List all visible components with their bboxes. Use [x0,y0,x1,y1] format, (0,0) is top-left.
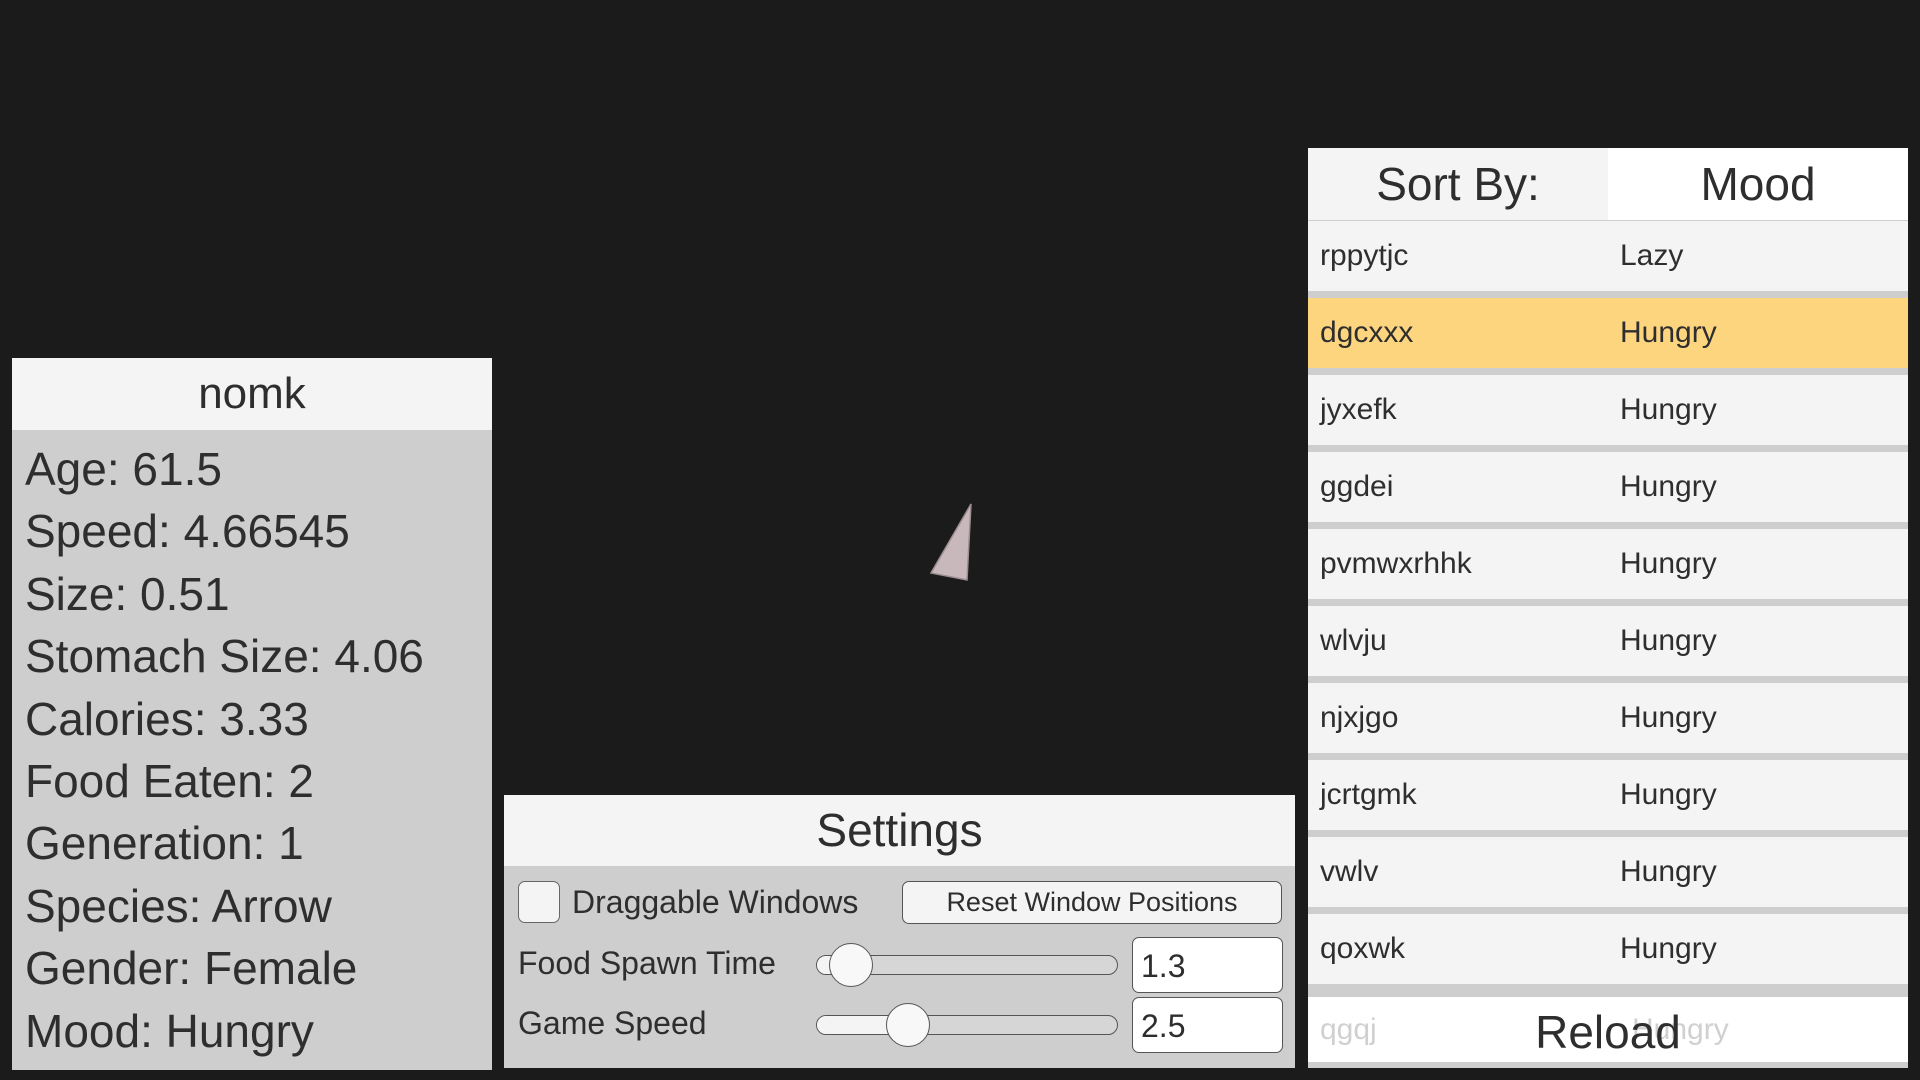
creature-name: vwlv [1320,855,1379,888]
creature-name: pvmwxrhhk [1320,547,1472,580]
stat-line: Stomach Size: 4.06 [25,630,424,683]
reload-button[interactable]: qgqj Hungry Reload [1308,997,1908,1062]
food-spawn-input[interactable]: 1.3 [1132,937,1283,993]
list-item[interactable]: wlvju Hungry [1308,606,1908,676]
creature-name: njxjgo [1320,701,1399,734]
list-item[interactable]: njxjgo Hungry [1308,683,1908,753]
creature-mood: Hungry [1620,778,1717,811]
creature-name: jyxefk [1320,393,1397,426]
creature-mood: Hungry [1620,316,1717,349]
list-item[interactable]: rppytjc Lazy [1308,221,1908,291]
partial-row-name: qgqj [1320,1013,1377,1046]
list-item[interactable]: jcrtgmk Hungry [1308,760,1908,830]
settings-title: Settings [504,795,1295,866]
list-item[interactable]: jyxefk Hungry [1308,375,1908,445]
reload-label: Reload [1535,1006,1681,1058]
creature-mood: Hungry [1620,547,1717,580]
draggable-windows-label: Draggable Windows [572,884,859,920]
creature-mood: Hungry [1620,624,1717,657]
creature-mood: Hungry [1620,932,1717,965]
sort-by-label: Sort By: [1308,148,1608,220]
creature-name: dgcxxx [1320,316,1414,349]
stat-line: Species: Arrow [25,879,332,932]
stat-line: Food Eaten: 2 [25,755,314,808]
creature-mood: Hungry [1620,855,1717,888]
creature-mood: Hungry [1620,393,1717,426]
creature-mood: Hungry [1620,701,1717,734]
stat-line: Generation: 1 [25,817,304,870]
creature-stats: Age: 61.5 Speed: 4.66545 Size: 0.51 Stomach… [12,430,492,1062]
game-speed-slider-thumb[interactable] [885,1003,930,1047]
sort-by-dropdown[interactable]: Mood [1608,148,1908,220]
list-item[interactable]: ggdei Hungry [1308,452,1908,522]
game-speed-label: Game Speed [518,1005,707,1041]
creature-name: wlvju [1320,624,1387,657]
stat-line: Speed: 4.66545 [25,505,350,558]
list-item[interactable]: vwlv Hungry [1308,837,1908,907]
creature-info-window: nomk Age: 61.5 Speed: 4.66545 Size: 0.51 St… [12,358,492,1070]
stat-line: Age: 61.5 [25,443,222,495]
creature-list-window: Sort By: Mood rppytjc Lazy dgcxxx Hungry jyx… [1308,148,1908,1068]
creature-name: ggdei [1320,470,1394,503]
game-speed-slider[interactable] [816,1015,1118,1035]
stat-line: Gender: Female [25,942,358,995]
settings-window: Settings Draggable Windows Reset Window … [504,795,1295,1068]
reset-window-positions-button[interactable]: Reset Window Positions [902,881,1282,924]
creature-name: jcrtgmk [1320,778,1417,811]
stat-line: Calories: 3.33 [25,692,309,745]
list-item[interactable]: dgcxxx Hungry [1308,298,1908,368]
food-spawn-slider-thumb[interactable] [828,943,873,987]
game-speed-input[interactable]: 2.5 [1132,997,1283,1053]
creature-mood: Hungry [1620,470,1717,503]
creature-name: rppytjc [1320,239,1409,272]
draggable-windows-checkbox[interactable] [518,881,560,923]
creature-name: qoxwk [1320,932,1406,965]
stat-line: Size: 0.51 [25,567,230,620]
stat-line: Mood: Hungry [25,1004,314,1057]
creature-mood: Lazy [1620,239,1684,272]
list-item[interactable]: pvmwxrhhk Hungry [1308,529,1908,599]
food-spawn-label: Food Spawn Time [518,945,776,981]
list-item[interactable]: qoxwk Hungry [1308,914,1908,984]
creature-name: nomk [12,358,492,430]
